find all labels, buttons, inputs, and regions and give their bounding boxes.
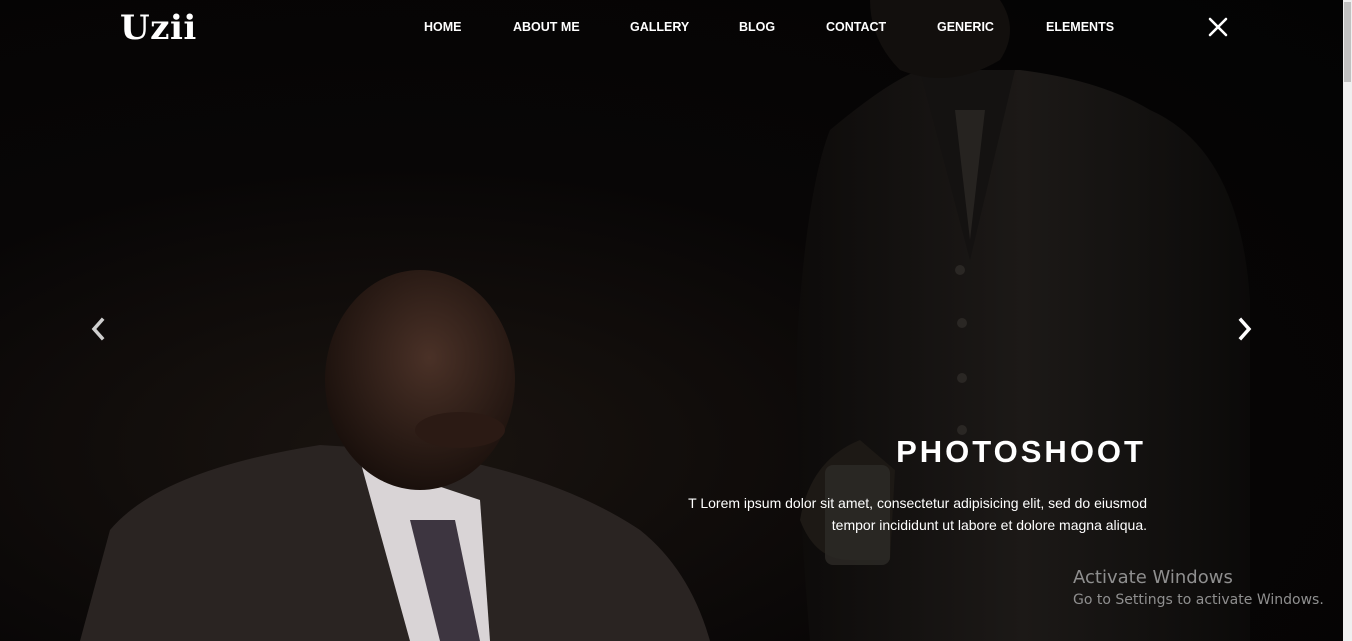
chevron-right-icon[interactable]	[1233, 316, 1257, 342]
slide-title: PHOTOSHOOT	[896, 434, 1146, 469]
nav-about-me[interactable]: ABOUT ME	[513, 20, 580, 34]
nav-blog[interactable]: BLOG	[739, 20, 775, 34]
slide-description-line-1: T Lorem ipsum dolor sit amet, consectetu…	[688, 495, 1147, 511]
slide-description: T Lorem ipsum dolor sit amet, consectetu…	[640, 492, 1147, 536]
photo-standing-man	[796, 0, 1250, 641]
close-icon[interactable]	[1205, 14, 1231, 40]
nav-elements[interactable]: ELEMENTS	[1046, 20, 1114, 34]
page-scrollbar[interactable]	[1343, 0, 1352, 641]
nav-home[interactable]: HOME	[424, 20, 462, 34]
chevron-left-icon[interactable]	[86, 316, 110, 342]
nav-generic[interactable]: GENERIC	[937, 20, 994, 34]
hero-slider: Uzii HOME ABOUT ME GALLERY BLOG CONTACT …	[0, 0, 1352, 641]
slide-description-line-2: tempor incididunt ut labore et dolore ma…	[831, 517, 1147, 533]
scrollbar-thumb[interactable]	[1344, 2, 1351, 82]
activate-windows-title: Activate Windows	[1073, 567, 1233, 588]
photo-seated-man	[80, 270, 710, 641]
activate-windows-subtitle: Go to Settings to activate Windows.	[1073, 592, 1324, 608]
nav-contact[interactable]: CONTACT	[826, 20, 886, 34]
main-nav: HOME ABOUT ME GALLERY BLOG CONTACT GENER…	[0, 20, 1352, 40]
nav-gallery[interactable]: GALLERY	[630, 20, 689, 34]
